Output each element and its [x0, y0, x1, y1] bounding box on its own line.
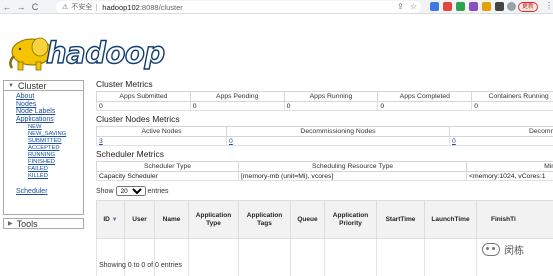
column-header: Active Nodes — [96, 126, 227, 137]
column-header: Scheduling Resource Type — [238, 161, 467, 172]
main-content: Cluster Metrics Apps Submitted Apps Pend… — [96, 78, 553, 181]
column-header-finish-time[interactable]: FinishTi — [476, 200, 553, 239]
metric-link[interactable]: 3 — [99, 138, 103, 145]
column-header: Decommissioning Nodes — [226, 126, 450, 137]
column-header: Containers Running — [471, 91, 553, 102]
nodes-metrics-table: Active Nodes Decommissioning Nodes Decom… — [96, 126, 553, 146]
menu-icon[interactable]: ⋮ — [545, 1, 553, 10]
wechat-icon — [482, 243, 500, 256]
nodes-metrics-title: Cluster Nodes Metrics — [96, 114, 180, 124]
column-header: Decommissi — [449, 126, 553, 137]
column-header: Apps Running — [283, 91, 379, 102]
metric-value: 0 — [96, 101, 191, 111]
sidebar-cluster-links: About Nodes Node Labels Applications NEW… — [3, 91, 84, 215]
scheduler-type-value: Capacity Scheduler — [96, 171, 239, 181]
metric-link[interactable]: 0 — [452, 138, 456, 145]
app-state-failed[interactable]: FAILED — [16, 166, 83, 173]
column-header-application-type[interactable]: Application Type — [188, 200, 239, 239]
scheduler-metrics-title: Scheduler Metrics — [96, 149, 165, 159]
column-label: ID — [103, 215, 110, 223]
column-header-user[interactable]: User — [124, 200, 155, 239]
decommissioned-nodes-link[interactable]: 0 — [449, 136, 553, 146]
table-info: Showing 0 to 0 of 0 entries — [99, 262, 182, 269]
sidebar-item-applications[interactable]: Applications — [16, 116, 83, 124]
sidebar-section-label: Cluster — [17, 80, 47, 91]
extension-icon[interactable] — [469, 2, 478, 11]
app-state-finished[interactable]: FINISHED — [16, 159, 83, 166]
column-header: Scheduler Type — [96, 161, 239, 172]
profile-avatar[interactable] — [507, 2, 516, 11]
address-bar[interactable]: ⚠ 不安全 hadoop102:8088/cluster ⇪ ☆ — [56, 1, 421, 13]
resource-type-value: [memory-mb (unit=Mi), vcores] — [238, 171, 467, 181]
app-state-accepted[interactable]: ACCEPTED — [16, 145, 83, 152]
entries-select[interactable]: 20 — [115, 186, 146, 196]
column-header: Apps Pending — [189, 91, 285, 102]
metric-value: 0 — [189, 101, 285, 111]
insecure-label[interactable]: 不安全 — [71, 2, 92, 12]
extension-icon[interactable] — [482, 2, 491, 11]
sidebar-section-cluster[interactable]: ▼ Cluster — [3, 80, 84, 91]
column-header-launch-time[interactable]: LaunchTime — [424, 200, 477, 239]
forward-icon[interactable]: → — [14, 0, 28, 14]
metric-value: 0 — [471, 101, 553, 111]
metric-link[interactable]: 0 — [229, 138, 233, 145]
url-host: hadoop102 — [102, 2, 140, 12]
cluster-metrics-title: Cluster Metrics — [96, 79, 153, 89]
puzzle-icon[interactable] — [495, 2, 504, 11]
application-states: NEW NEW_SAVING SUBMITTED ACCEPTED RUNNIN… — [16, 124, 83, 180]
app-state-killed[interactable]: KILLED — [16, 173, 83, 180]
column-header: Minimu — [466, 161, 553, 172]
bookmark-star-icon[interactable]: ☆ — [410, 2, 417, 11]
column-header-application-priority[interactable]: Application Priority — [324, 200, 377, 239]
sidebar: ▼ Cluster About Nodes Node Labels Applic… — [3, 80, 84, 229]
sidebar-item-scheduler[interactable]: Scheduler — [16, 188, 83, 196]
update-button[interactable]: 更新 — [518, 2, 539, 12]
scheduler-metrics-table: Scheduler Type Scheduling Resource Type … — [96, 161, 553, 181]
app-state-new-saving[interactable]: NEW_SAVING — [16, 131, 83, 138]
app-state-running[interactable]: RUNNING — [16, 152, 83, 159]
column-header: Apps Completed — [377, 91, 473, 102]
collapsed-triangle-icon: ▶ — [8, 221, 13, 227]
minimum-allocation-value: <memory:1024, vCores:1 — [466, 171, 553, 181]
sidebar-section-tools[interactable]: ▶ Tools — [3, 218, 84, 229]
watermark: 闵栋 — [482, 242, 524, 257]
column-header-queue[interactable]: Queue — [290, 200, 325, 239]
active-nodes-link[interactable]: 3 — [96, 136, 227, 146]
metric-value: 0 — [283, 101, 379, 111]
extension-icon[interactable] — [456, 2, 465, 11]
logo-wordmark: hadoop — [45, 35, 165, 70]
show-label: Show — [96, 187, 114, 195]
sort-desc-icon[interactable]: ▼ — [112, 217, 118, 223]
divider — [96, 3, 98, 11]
sidebar-item-about[interactable]: About — [16, 93, 83, 101]
warning-icon[interactable]: ⚠ — [62, 3, 68, 11]
sidebar-item-node-labels[interactable]: Node Labels — [16, 108, 83, 116]
sidebar-item-nodes[interactable]: Nodes — [16, 101, 83, 109]
metric-value: 0 — [377, 101, 473, 111]
cluster-metrics-table: Apps Submitted Apps Pending Apps Running… — [96, 91, 553, 111]
column-header-name[interactable]: Name — [154, 200, 189, 239]
entries-control: Show 20 entries — [96, 186, 169, 196]
column-header-id[interactable]: ID ▼ — [96, 200, 125, 239]
decommissioning-nodes-link[interactable]: 0 — [226, 136, 450, 146]
browser-toolbar: ← → C ⚠ 不安全 hadoop102:8088/cluster ⇪ ☆ 更… — [0, 0, 553, 14]
watermark-text: 闵栋 — [504, 246, 524, 257]
reload-icon[interactable]: C — [28, 0, 42, 14]
entries-label: entries — [147, 187, 169, 195]
expanded-triangle-icon: ▼ — [8, 82, 14, 89]
extension-icon[interactable] — [430, 2, 439, 11]
column-header-start-time[interactable]: StartTime — [376, 200, 425, 239]
extension-icon[interactable] — [443, 2, 452, 11]
app-state-new[interactable]: NEW — [16, 124, 83, 131]
hadoop-logo[interactable]: hadoop — [6, 30, 166, 72]
column-header-application-tags[interactable]: Application Tags — [238, 200, 291, 239]
sidebar-section-label: Tools — [16, 218, 38, 229]
column-header: Apps Submitted — [96, 91, 191, 102]
share-icon[interactable]: ⇪ — [397, 2, 404, 11]
back-icon[interactable]: ← — [0, 0, 14, 14]
url-path: :8088/cluster — [139, 2, 183, 12]
app-state-submitted[interactable]: SUBMITTED — [16, 138, 83, 145]
